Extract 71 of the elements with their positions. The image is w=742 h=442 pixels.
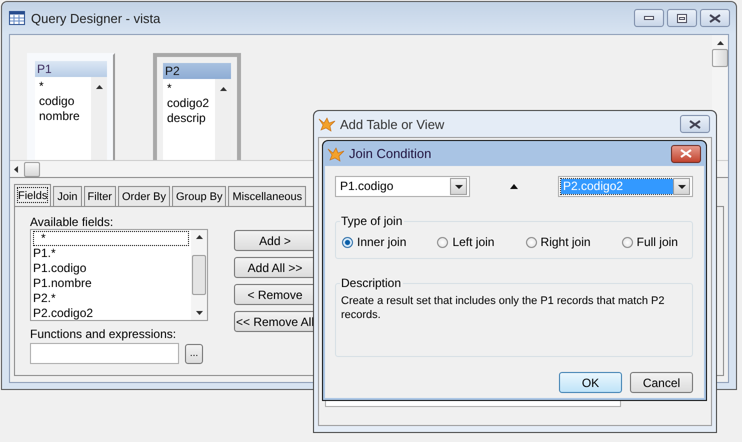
close-button[interactable] [680,115,710,133]
scrollbar-thumb[interactable] [712,49,728,67]
grid-icon [9,11,25,25]
dialog-title: Add Table or View [340,116,446,132]
table-field[interactable]: descrip [167,111,211,126]
tab[interactable]: Filter [84,186,116,206]
operator-button[interactable] [508,182,520,191]
join-type-radio[interactable]: Left join [437,235,494,249]
join-type-radio[interactable]: Right join [526,235,591,249]
table-box[interactable]: P2 * codigo2 descrip [153,53,241,160]
dialog-button[interactable]: OK [559,372,622,393]
available-fields-list[interactable]: * P1.* P1.codigo P1.nombre P2.* P2.codigo2 [30,229,208,321]
minimize-icon [644,15,654,21]
close-button[interactable] [700,9,730,27]
caret-icon [454,184,462,188]
functions-field[interactable] [30,343,179,364]
minimize-button[interactable] [634,9,664,27]
move-button[interactable]: << Remove All [234,311,316,332]
list-item[interactable]: P1.nombre [33,276,189,291]
tab[interactable]: Fields [14,184,52,206]
close-icon [680,149,692,158]
up-arrow-icon [196,235,202,239]
caret-icon [678,184,686,188]
close-icon [689,120,701,128]
move-button[interactable]: Add All >> [234,257,316,278]
up-arrow-icon [716,41,724,45]
list-item[interactable]: P1.* [33,246,189,261]
browse-button[interactable]: ... [185,344,203,364]
tab[interactable]: Join [53,186,82,206]
move-button[interactable]: < Remove [234,284,316,305]
scrollbar[interactable] [215,79,231,160]
scrollbar-thumb[interactable] [192,255,206,295]
group-label: Description [340,276,404,290]
description-text: Create a result set that includes only the P1 records that match P2 records. [341,294,666,322]
tab[interactable]: Miscellaneous [228,186,306,206]
close-button[interactable] [671,144,701,162]
close-icon [709,14,721,22]
up-arrow-icon [96,85,102,89]
join-type-radio[interactable]: Full join [622,235,678,249]
left-arrow-icon [14,166,18,172]
table-field[interactable]: codigo [39,94,87,109]
scrollbar[interactable] [191,230,207,320]
available-fields-label: Available fields: [30,215,114,229]
list-item[interactable]: P1.codigo [33,261,189,276]
list-item[interactable]: * [33,231,189,246]
up-triangle-icon [510,184,518,189]
down-arrow-icon [196,311,202,315]
list-item[interactable]: P2.* [33,291,189,306]
maximize-icon [677,14,687,22]
list-item[interactable]: P2.codigo2 [33,306,189,321]
table-field[interactable]: nombre [39,109,87,124]
window-title: Query Designer - vista [31,10,162,26]
table-field[interactable]: codigo2 [167,96,211,111]
join-type-radio[interactable]: Inner join [342,235,406,249]
tab[interactable]: Order By [118,186,170,206]
maximize-button[interactable] [667,9,697,27]
dialog-button[interactable]: Cancel [630,372,693,393]
functions-label: Functions and expressions: [30,327,178,341]
scrollbar-thumb[interactable] [24,162,40,176]
scrollbar[interactable] [91,77,107,160]
table-box[interactable]: P1 * codigo nombre [27,53,115,160]
up-arrow-icon [220,87,226,91]
table-name: P2 [163,63,231,79]
table-field[interactable]: * [39,79,87,94]
dialog-title: Join Condition [349,146,432,161]
tab[interactable]: Group By [172,186,226,206]
table-field[interactable]: * [167,81,211,96]
move-button[interactable]: Add > [234,230,316,251]
group-label: Type of join [340,214,404,228]
field-dropdown[interactable]: P1.codigo [335,176,470,197]
table-name: P1 [35,61,107,77]
